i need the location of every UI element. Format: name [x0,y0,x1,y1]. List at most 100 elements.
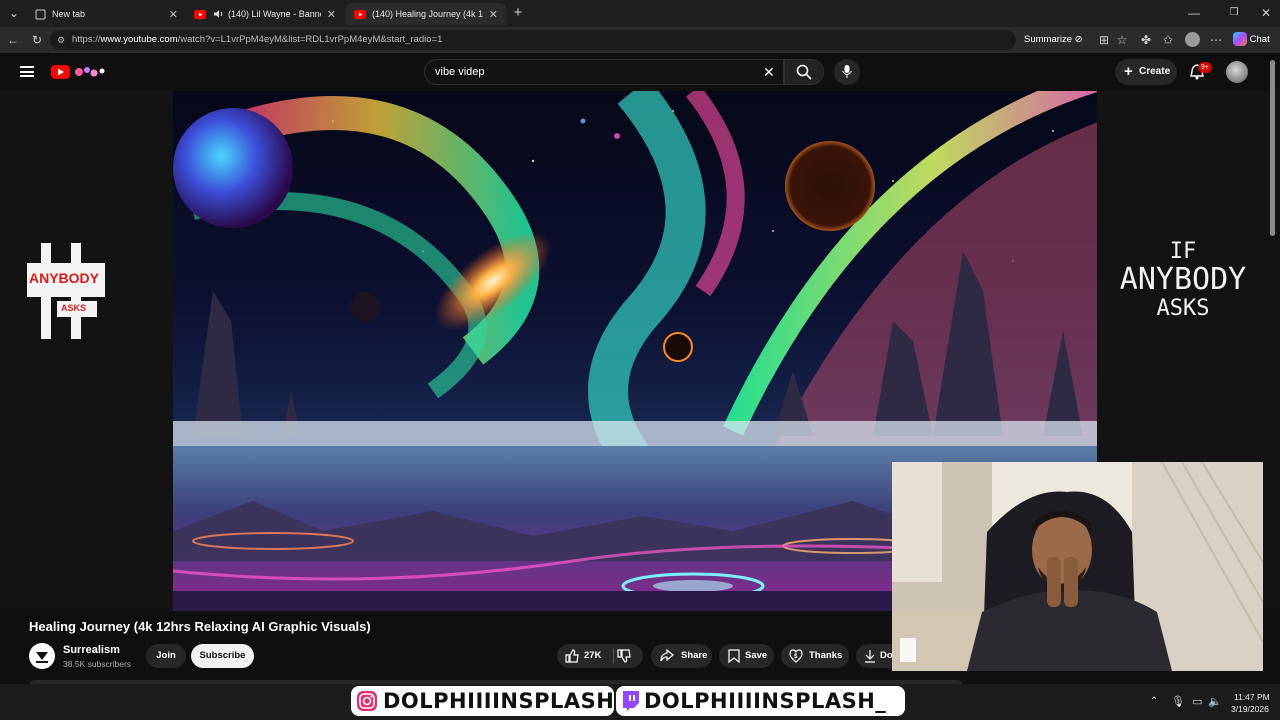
thumbs-up-icon [565,649,579,663]
instagram-handle-banner: DOLPHIIIINSPLASH [351,686,614,716]
thanks-icon: $ [789,649,803,663]
twitch-icon [623,691,639,711]
url-path: /watch?v=L1vrPpM4eyM&list=RDL1vrPpM4eyM&… [177,34,443,45]
split-screen-icon[interactable]: ⊞ [1096,32,1112,48]
subscriber-count: 38.5K subscribers [63,659,132,669]
tab-lil-wayne[interactable]: (140) Lil Wayne - Banned (Offi ✕ [186,3,344,25]
close-icon[interactable]: ✕ [169,8,178,21]
page-icon [34,8,46,20]
like-dislike-group: 27K [557,644,643,668]
plus-icon: + [1124,63,1133,80]
join-label: Join [156,650,176,661]
speaker-icon[interactable] [212,8,224,20]
notification-badge: 9+ [1198,62,1212,73]
network-icon[interactable]: ▭ [1192,695,1202,708]
chat-label: Chat [1249,34,1270,45]
copilot-chat-button[interactable]: Chat [1233,31,1270,49]
download-button[interactable]: Do [856,644,892,668]
side-text-line3: ASKS [1156,296,1210,321]
download-icon [865,650,875,663]
url-host: www.youtube.com [100,34,178,45]
copilot-icon [1233,32,1247,47]
voice-search-button[interactable] [834,59,860,85]
youtube-icon [354,8,366,20]
address-bar[interactable]: ⚙ https://www.youtube.com/watch?v=L1vrPp… [50,30,1083,50]
tab-label: (140) Lil Wayne - Banned (Offi [228,9,321,19]
share-icon [660,649,674,662]
webcam-feed [892,462,1263,671]
url-prefix: https:// [72,34,101,45]
search-button[interactable] [784,59,824,85]
browser-toolbar: ← ↻ ⚙ https://www.youtube.com/watch?v=L1… [0,27,1280,53]
share-button[interactable]: Share [651,644,712,668]
bookmark-icon [728,649,740,663]
search-input[interactable]: vibe videp [424,59,784,85]
side-text-line2: ANYBODY [1119,262,1247,297]
thumbs-down-icon [617,649,631,663]
close-icon[interactable]: ✕ [489,8,498,21]
twitch-handle-banner: DOLPHIIIINSPLASH_ [616,686,905,716]
volume-icon[interactable]: 🔈 [1208,695,1222,708]
close-icon[interactable]: ✕ [327,8,336,21]
restore-icon[interactable]: ❐ [1226,5,1242,21]
subscribe-button[interactable]: Subscribe [191,644,254,668]
tab-new-tab[interactable]: New tab ✕ [26,3,186,25]
youtube-logo[interactable] [51,64,111,85]
youtube-header: vibe videp ✕ + Create [0,53,1280,91]
close-window-icon[interactable]: ✕ [1258,5,1274,21]
favorite-star-icon[interactable]: ☆ [1114,32,1130,48]
webcam-overlay [892,462,1263,671]
clear-search-icon[interactable]: ✕ [763,64,775,81]
webcam-mini-logo [900,638,916,662]
like-count: 27K [584,650,602,661]
search-icon [796,64,812,80]
channel-avatar[interactable] [29,643,55,669]
twitch-handle: DOLPHIIIINSPLASH_ [644,689,887,713]
left-channel-logo: ANYBODY ASKS [27,243,105,339]
save-label: Save [745,650,768,661]
subscribe-label: Subscribe [199,650,246,661]
dislike-button[interactable] [617,649,631,673]
thanks-button[interactable]: $ Thanks [781,644,849,668]
site-info-icon[interactable]: ⚙ [57,30,65,50]
mic-icon [842,65,852,78]
create-button[interactable]: + Create [1115,59,1177,85]
instagram-handle: DOLPHIIIINSPLASH [383,689,615,713]
tab-healing-journey[interactable]: (140) Healing Journey (4k 12hrs Re ✕ [346,3,506,25]
youtube-icon [194,8,206,20]
minimize-icon[interactable]: — [1186,5,1202,21]
taskbar-time[interactable]: 11:47 PM [1234,692,1270,702]
channel-logo-icon [36,652,48,663]
left-logo-line1: ANYBODY [29,270,100,286]
svg-text:$: $ [794,654,798,660]
summarize-button[interactable]: Summarize ⊘ [1024,30,1083,50]
join-button[interactable]: Join [146,644,186,668]
summarize-label: Summarize [1024,34,1073,45]
account-avatar[interactable] [1226,61,1248,83]
extensions-icon[interactable]: ✤ [1138,32,1154,48]
hamburger-menu-icon[interactable] [20,66,34,77]
tab-label: (140) Healing Journey (4k 12hrs Re [372,9,483,19]
download-label: Do [880,650,892,661]
share-label: Share [681,650,708,661]
right-channel-branding: IF ANYBODY ASKS [1098,240,1268,322]
tray-chevron-icon[interactable]: ⌃ [1150,696,1158,707]
browser-tab-strip: ⌄ New tab ✕ (140) Lil Wayne - Banned (Of… [0,0,1280,27]
instagram-icon [357,691,377,711]
more-menu-icon[interactable]: ⋯ [1208,32,1224,48]
tab-list-icon[interactable]: ⌄ [6,5,22,21]
page-scrollbar[interactable] [1270,60,1275,236]
create-label: Create [1139,66,1171,77]
mic-tray-icon[interactable]: 🎙 [1171,695,1185,708]
favorites-icon[interactable]: ✩ [1160,32,1176,48]
back-arrow-icon[interactable]: ← [5,32,21,48]
new-tab-plus-icon[interactable]: + [510,5,526,21]
refresh-icon[interactable]: ↻ [29,32,45,48]
taskbar-date[interactable]: 3/19/2026 [1231,704,1269,714]
profile-avatar[interactable] [1185,32,1200,47]
like-button[interactable]: 27K [557,644,611,668]
channel-name[interactable]: Surrealism [63,644,120,656]
side-text-line1: IF [1169,239,1197,264]
save-button[interactable]: Save [719,644,774,668]
thanks-label: Thanks [809,650,843,661]
